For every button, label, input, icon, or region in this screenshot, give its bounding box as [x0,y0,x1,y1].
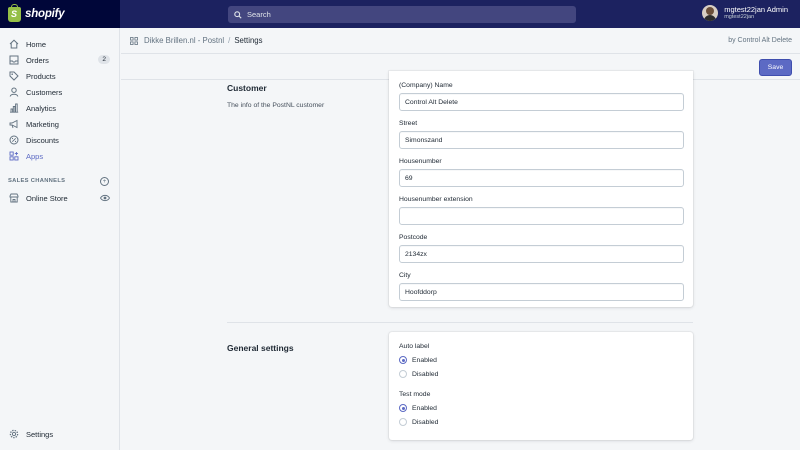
bar-chart-icon [8,103,19,114]
sidebar-item-label: Home [26,39,47,49]
housenumber-label: Housenumber [399,158,442,165]
sidebar-item-marketing[interactable]: Marketing [0,117,120,131]
search-icon [234,10,242,19]
housenumber-extension-label: Housenumber extension [399,196,473,203]
apps-icon [8,151,19,162]
auto-label-disabled-radio[interactable]: Disabled [399,370,438,378]
search-input[interactable]: Search [228,6,576,23]
sidebar-item-analytics[interactable]: Analytics [0,101,120,115]
test-mode-enabled-radio[interactable]: Enabled [399,404,437,412]
app-developer: by Control Alt Delete [728,37,792,44]
breadcrumb-separator: / [228,36,231,45]
sidebar-item-label: Customers [26,87,63,97]
orders-icon [8,55,19,66]
discount-icon [8,135,19,146]
avatar [702,5,719,21]
eye-icon[interactable] [99,194,111,204]
radio-label: Enabled [412,404,437,412]
sidebar-item-label: Products [26,71,56,81]
customer-heading: Customer [227,83,267,93]
user-menu[interactable]: mgtest22jan Admin mgtest22jan [702,5,788,21]
radio-selected-icon [399,404,407,412]
sidebar-item-label: Discounts [26,135,59,145]
postcode-label: Postcode [399,234,428,241]
sidebar-item-discounts[interactable]: Discounts [0,133,120,147]
sidebar-item-label: Analytics [26,103,57,113]
postcode-field[interactable] [399,245,684,263]
sidebar-item-apps[interactable]: Apps [0,149,120,163]
sidebar-item-label: Settings [26,429,54,439]
user-store: mgtest22jan [724,14,755,20]
save-button[interactable]: Save [759,59,792,76]
page-title: Settings [234,36,263,45]
user-name: mgtest22jan Admin [724,5,788,14]
sidebar-item-label: Online Store [26,193,68,203]
plus-icon: + [102,178,107,185]
sidebar-item-label: Apps [26,151,44,161]
radio-label: Disabled [412,418,439,426]
street-label: Street [399,120,418,127]
store-icon [8,193,19,204]
company-name-label: (Company) Name [399,82,453,89]
company-name-field[interactable] [399,93,684,111]
sidebar-item-customers[interactable]: Customers [0,85,120,99]
sidebar-item-home[interactable]: Home [0,37,120,51]
radio-unselected-icon [399,418,407,426]
general-settings-card: Auto label Enabled Disabled Test mode En… [389,332,693,440]
test-mode-title: Test mode [399,391,431,398]
city-field[interactable] [399,283,684,301]
radio-unselected-icon [399,370,407,378]
brand-name: shopify [25,8,65,20]
gear-icon [8,429,19,440]
sidebar-item-orders[interactable]: Orders 2 [0,53,120,67]
tag-icon [8,71,19,82]
breadcrumb: Dikke Brillen.nl - Postnl / Settings by … [121,28,800,54]
orders-count-badge: 2 [98,55,110,64]
auto-label-title: Auto label [399,343,430,350]
person-icon [8,87,19,98]
sidebar-item-products[interactable]: Products [0,69,120,83]
sidebar-item-online-store[interactable]: Online Store [0,191,120,205]
home-icon [8,39,19,50]
sidebar-item-settings[interactable]: Settings [0,427,120,441]
top-bar: S shopify Search mgtest22jan Admin mgtes… [0,0,800,28]
radio-label: Disabled [412,370,439,378]
sales-channels-title: SALES CHANNELS [8,178,66,184]
customer-card: (Company) Name Street Housenumber Housen… [389,71,693,307]
megaphone-icon [8,119,19,130]
radio-selected-icon [399,356,407,364]
housenumber-field[interactable] [399,169,684,187]
customer-description: The info of the PostNL customer [227,102,325,109]
sidebar-item-label: Marketing [26,119,59,129]
search-placeholder: Search [247,10,271,19]
city-label: City [399,272,411,279]
shopify-bag-icon: S [8,3,21,22]
section-divider [227,322,693,323]
sidebar: Home Orders 2 Products Customers Analyti… [0,28,120,450]
add-sales-channel-button[interactable]: + [100,177,109,186]
radio-label: Enabled [412,356,437,364]
street-field[interactable] [399,131,684,149]
shopify-logo[interactable]: S shopify [0,0,120,28]
sidebar-item-label: Orders [26,55,49,65]
breadcrumb-app-link[interactable]: Dikke Brillen.nl - Postnl [144,36,224,45]
auto-label-enabled-radio[interactable]: Enabled [399,356,437,364]
general-settings-heading: General settings [227,343,294,353]
housenumber-extension-field[interactable] [399,207,684,225]
test-mode-disabled-radio[interactable]: Disabled [399,418,438,426]
app-icon [130,36,138,45]
